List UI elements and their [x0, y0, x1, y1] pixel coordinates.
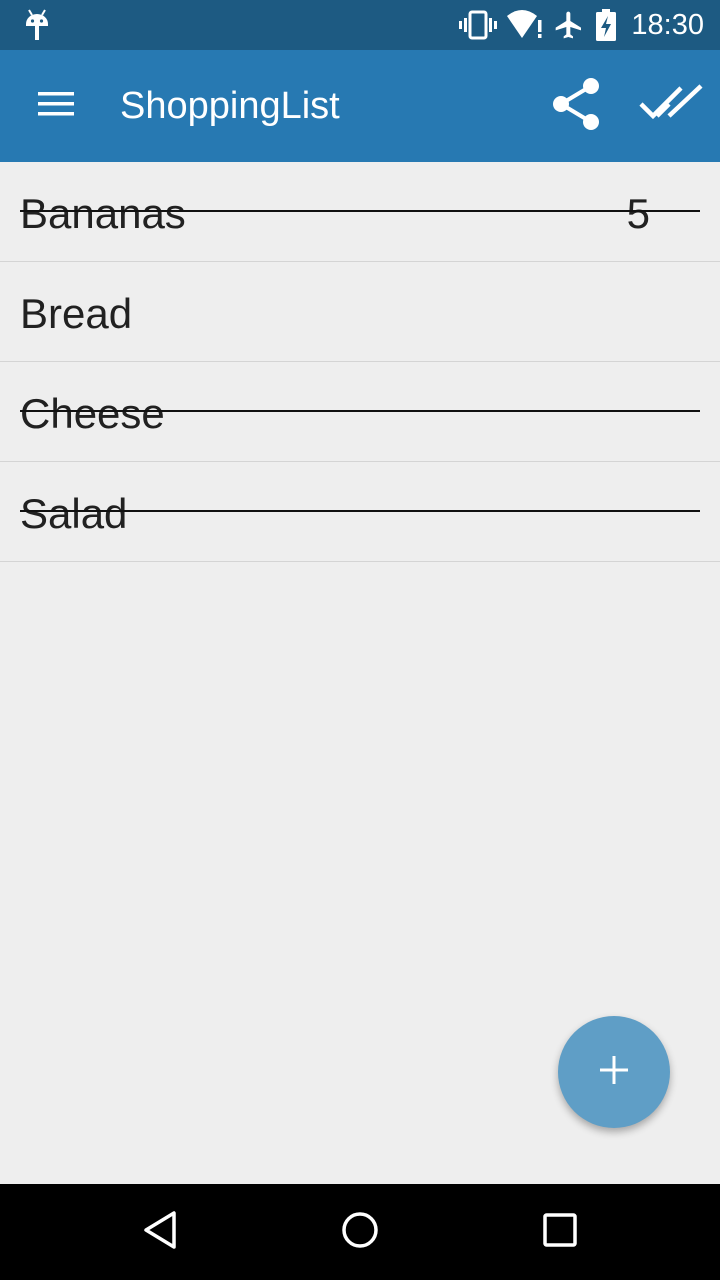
list-item[interactable]: Cheese — [0, 362, 720, 462]
share-button[interactable] — [540, 74, 612, 138]
menu-button[interactable] — [20, 80, 92, 132]
back-button[interactable] — [130, 1202, 190, 1262]
strikethrough-line — [20, 410, 700, 412]
item-name: Salad — [20, 490, 128, 537]
status-time: 18:30 — [631, 8, 704, 41]
home-button[interactable] — [330, 1202, 390, 1262]
status-bar: 18:30 — [0, 0, 720, 50]
app-bar: ShoppingList — [0, 50, 720, 162]
list-item[interactable]: Bread — [0, 262, 720, 362]
airplane-icon — [553, 9, 585, 41]
add-item-button[interactable] — [558, 1016, 670, 1128]
wifi-alert-icon — [507, 10, 543, 40]
item-name: Bananas — [20, 190, 186, 237]
vibrate-icon — [459, 10, 498, 40]
recents-icon — [542, 1212, 578, 1253]
item-name: Cheese — [20, 390, 165, 437]
menu-icon — [36, 89, 76, 124]
list-item[interactable]: Bananas 5 — [0, 162, 720, 262]
strikethrough-line — [20, 210, 700, 212]
add-icon — [597, 1053, 631, 1092]
strikethrough-line — [20, 510, 700, 512]
navigation-bar — [0, 1184, 720, 1280]
item-quantity: 5 — [626, 190, 650, 237]
status-icons: 18:30 — [459, 0, 704, 50]
recents-button[interactable] — [530, 1202, 590, 1262]
list-item[interactable]: Salad — [0, 462, 720, 562]
android-debug-icon — [22, 8, 52, 42]
item-name: Bread — [20, 290, 133, 337]
check-all-icon — [639, 82, 705, 131]
back-icon — [140, 1209, 180, 1256]
shopping-list: Bananas 5 Bread Cheese Salad — [0, 162, 720, 562]
home-icon — [340, 1210, 380, 1255]
battery-charging-icon — [595, 9, 617, 41]
share-icon — [549, 76, 603, 137]
app-title: ShoppingList — [120, 85, 340, 127]
check-all-button[interactable] — [632, 74, 712, 138]
